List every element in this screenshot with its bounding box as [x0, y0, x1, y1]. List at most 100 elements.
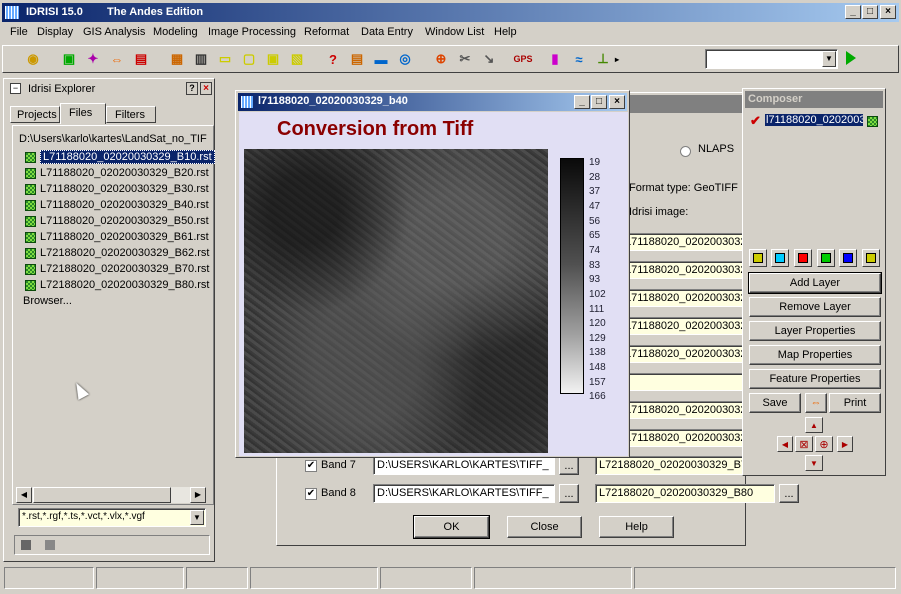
pan-down-icon[interactable]: ▼: [805, 455, 823, 471]
image-minimize-button[interactable]: _: [574, 95, 590, 109]
menu-display[interactable]: Display: [37, 26, 73, 38]
band7-checkbox[interactable]: ✔: [305, 460, 317, 472]
file-item-b40[interactable]: L71188020_02020030329_B40.rst: [25, 197, 209, 213]
file-item-b80[interactable]: L72188020_02020030329_B80.rst: [25, 277, 209, 293]
band8-browse-button[interactable]: ...: [559, 484, 579, 503]
swap-arrows-icon[interactable]: ⇔: [107, 49, 127, 69]
file-item-b62[interactable]: L72188020_02020030329_B62.rst: [25, 245, 209, 261]
tab-files[interactable]: Files: [60, 103, 106, 124]
band7-input[interactable]: D:\USERS\KARLO\KARTES\TIFF_: [373, 456, 555, 475]
target-icon[interactable]: ◎: [395, 49, 415, 69]
close-dialog-button[interactable]: Close: [507, 516, 582, 538]
layer-properties-button[interactable]: Layer Properties: [749, 321, 881, 341]
histogram-icon[interactable]: ▮: [545, 49, 565, 69]
add-layer-button[interactable]: Add Layer: [748, 272, 882, 294]
scroll-thumb[interactable]: [33, 487, 171, 503]
overlay-icon[interactable]: ▧: [287, 49, 307, 69]
explorer-help-icon[interactable]: ?: [186, 82, 198, 95]
output-name-b3[interactable]: L71188020_02020030329_B3: [621, 289, 743, 307]
gps-icon[interactable]: GPS: [513, 49, 533, 69]
blue-layer-icon[interactable]: [839, 249, 857, 267]
pan-right-icon[interactable]: ▶: [837, 436, 853, 452]
tab-projects[interactable]: Projects: [10, 106, 60, 123]
image-close-button[interactable]: ×: [609, 95, 625, 109]
menu-image-processing[interactable]: Image Processing: [208, 26, 296, 38]
layer-visible-check-icon[interactable]: ✔: [750, 113, 761, 129]
digitize-icon[interactable]: ↘: [479, 49, 499, 69]
band7-browse-button[interactable]: ...: [559, 456, 579, 475]
tools-icon[interactable]: ✂: [455, 49, 475, 69]
pan-up-icon[interactable]: ▲: [805, 417, 823, 433]
output-name-b61[interactable]: [621, 373, 743, 391]
band8-output-browse-button[interactable]: ...: [779, 484, 799, 503]
satellite-image[interactable]: [244, 149, 548, 453]
file-item-b61[interactable]: L71188020_02020030329_B61.rst: [25, 229, 209, 245]
more-tools-icon[interactable]: ▸: [613, 49, 621, 69]
close-button[interactable]: ×: [880, 5, 896, 19]
ok-button[interactable]: OK: [413, 515, 490, 539]
remove-layer-button[interactable]: Remove Layer: [749, 297, 881, 317]
query-icon[interactable]: ?: [323, 49, 343, 69]
table-icon[interactable]: ▥: [191, 49, 211, 69]
band8-checkbox[interactable]: ✔: [305, 488, 317, 500]
explorer-collapse-icon[interactable]: −: [10, 83, 21, 94]
output-name-b1[interactable]: L71188020_02020030329_B1: [621, 233, 743, 251]
file-list-scrollbar[interactable]: ◀ ▶: [16, 487, 206, 503]
output-name-b4[interactable]: L71188020_02020030329_B4: [621, 317, 743, 335]
rectangle-select-icon[interactable]: ▭: [215, 49, 235, 69]
menu-help[interactable]: Help: [494, 26, 517, 38]
open-display-icon[interactable]: ◉: [23, 49, 43, 69]
feature-properties-button[interactable]: Feature Properties: [749, 369, 881, 389]
band8-input[interactable]: D:\USERS\KARLO\KARTES\TIFF_: [373, 484, 555, 503]
combo-dropdown-icon[interactable]: ▼: [822, 51, 836, 67]
menu-file[interactable]: File: [10, 26, 28, 38]
file-item-b50[interactable]: L71188020_02020030329_B50.rst: [25, 213, 209, 229]
minimize-button[interactable]: _: [845, 5, 861, 19]
file-item-b30[interactable]: L71188020_02020030329_B30.rst: [25, 181, 209, 197]
explorer-close-icon[interactable]: ×: [200, 82, 212, 95]
output-name-b5[interactable]: L71188020_02020030329_B5: [621, 345, 743, 363]
output-name-b2[interactable]: L71188020_02020030329_B2: [621, 261, 743, 279]
red-layer-icon[interactable]: [794, 249, 812, 267]
output-name-b6b[interactable]: L71188020_02020030329_B6: [621, 429, 743, 447]
green-layer-icon[interactable]: [817, 249, 835, 267]
menu-reformat[interactable]: Reformat: [304, 26, 349, 38]
band7-output[interactable]: L72188020_02020030329_B7: [595, 456, 743, 475]
menu-window-list[interactable]: Window List: [425, 26, 484, 38]
edit-table-icon[interactable]: ▤: [347, 49, 367, 69]
file-item-b10[interactable]: L71188020_02020030329_B10.rst: [25, 149, 215, 165]
composer-layer-item[interactable]: l71188020_0202003: [765, 114, 863, 126]
zoom-out-icon[interactable]: ⊠: [795, 436, 813, 452]
scroll-left-icon[interactable]: ◀: [16, 487, 32, 503]
browser-link[interactable]: Browser...: [23, 295, 72, 307]
filter-dropdown-icon[interactable]: ▼: [190, 510, 204, 525]
nlaps-radio[interactable]: [680, 146, 691, 157]
file-filter-combo[interactable]: *.rst,*.rgf,*.ts,*.vct,*.vlx,*.vgf: [18, 508, 206, 527]
region-icon[interactable]: ▢: [239, 49, 259, 69]
grid-icon[interactable]: ▦: [167, 49, 187, 69]
cyan-layer-icon[interactable]: [771, 249, 789, 267]
profile-icon[interactable]: ⊥: [593, 49, 613, 69]
help-button[interactable]: Help: [599, 516, 674, 538]
menu-gis-analysis[interactable]: GIS Analysis: [83, 26, 145, 38]
crosshair-icon[interactable]: ⊕: [431, 49, 451, 69]
image-maximize-button[interactable]: □: [591, 95, 607, 109]
swap-icon[interactable]: ⇔: [805, 393, 827, 413]
stack-layers-icon[interactable]: [862, 249, 880, 267]
band8-output[interactable]: L72188020_02020030329_B80: [595, 484, 775, 503]
run-icon[interactable]: [846, 51, 856, 65]
print-button[interactable]: Print: [829, 393, 881, 413]
pan-left-icon[interactable]: ◀: [777, 436, 793, 452]
composite-icon[interactable]: ▣: [59, 49, 79, 69]
vector-icon[interactable]: ✦: [83, 49, 103, 69]
layers-icon[interactable]: ▤: [131, 49, 151, 69]
menu-modeling[interactable]: Modeling: [153, 26, 198, 38]
menu-data-entry[interactable]: Data Entry: [361, 26, 413, 38]
output-name-b62[interactable]: L71188020_02020030329_B6: [621, 401, 743, 419]
waves-icon[interactable]: ≈: [569, 49, 589, 69]
group-layers-icon[interactable]: [749, 249, 767, 267]
save-button[interactable]: Save: [749, 393, 801, 413]
tab-filters[interactable]: Filters: [106, 106, 156, 123]
toolbar-combo[interactable]: [705, 49, 838, 69]
maximize-button[interactable]: □: [862, 5, 878, 19]
